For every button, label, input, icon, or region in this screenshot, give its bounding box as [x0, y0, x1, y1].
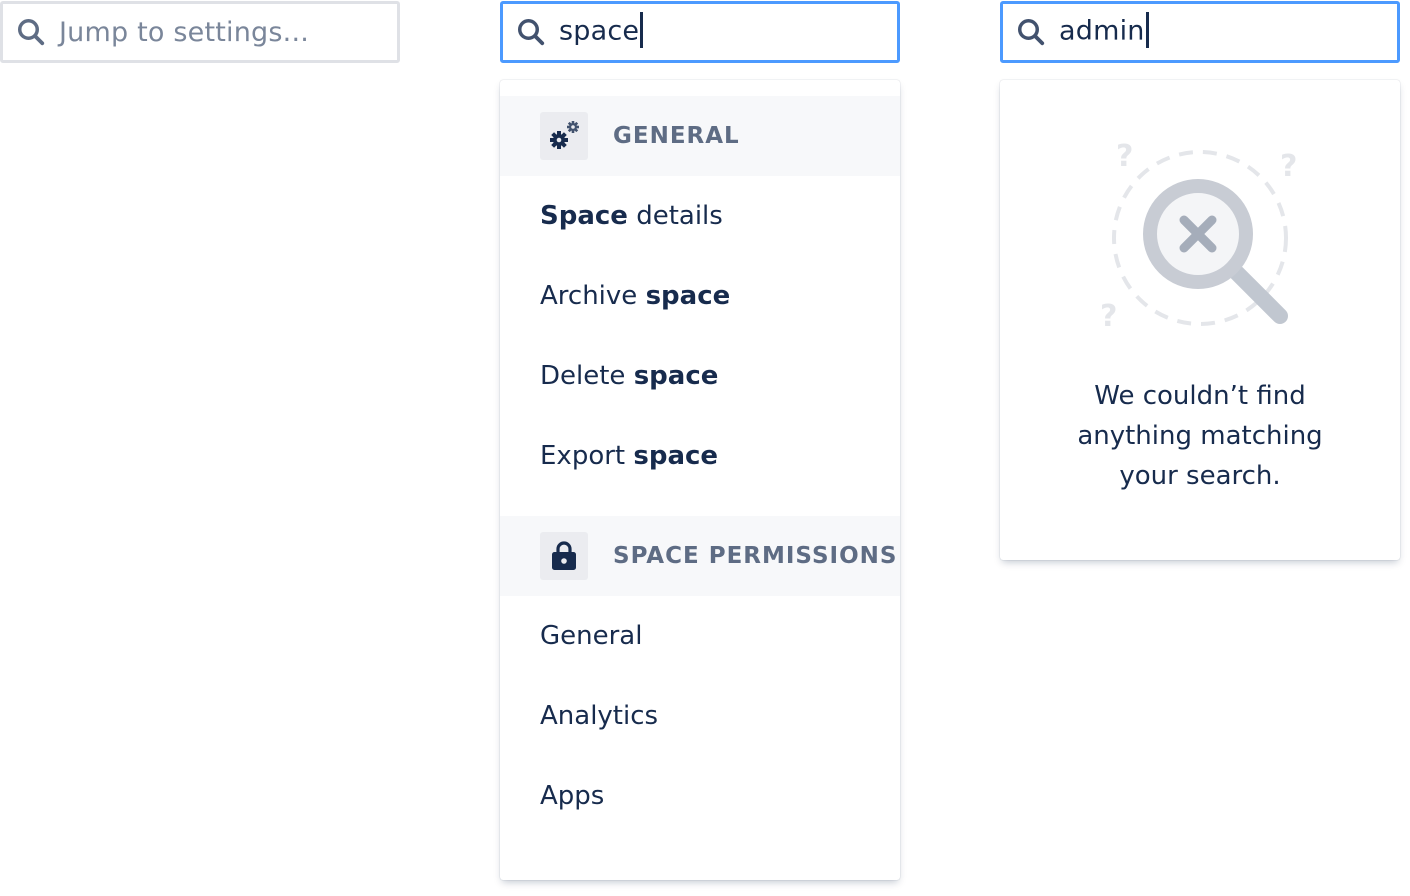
item-text: Apps [540, 781, 605, 811]
item-text: Analytics [540, 701, 659, 731]
group-gap [500, 496, 900, 516]
item-text: Export [540, 441, 634, 471]
search-placeholder: Jump to settings... [59, 16, 310, 48]
search-value: space [559, 12, 644, 50]
group-title: SPACE PERMISSIONS [613, 543, 898, 569]
no-results-line: anything matching [1077, 421, 1323, 451]
search-value: admin [1059, 12, 1149, 50]
no-results-line: We couldn’t find [1094, 381, 1306, 411]
group-header-space-permissions: SPACE PERMISSIONS [500, 516, 900, 596]
search-icon [1018, 19, 1045, 46]
gears-icon [540, 112, 588, 160]
item-text: details [627, 201, 723, 231]
no-results-message: We couldn’t find anything matching your … [1040, 376, 1360, 496]
result-archive-space[interactable]: Archive space [500, 256, 900, 336]
item-text: Delete [540, 361, 634, 391]
search-results-dropdown: GENERAL Space details Archive space Dele… [500, 80, 900, 880]
text-caret [1145, 12, 1149, 48]
result-permissions-general[interactable]: General [500, 596, 900, 676]
result-space-details[interactable]: Space details [500, 176, 900, 256]
search-icon [518, 19, 545, 46]
item-match: space [633, 361, 719, 391]
svg-text:?: ? [1100, 299, 1117, 334]
no-results-line: your search. [1119, 461, 1281, 491]
item-match: space [645, 281, 731, 311]
result-permissions-analytics[interactable]: Analytics [500, 676, 900, 756]
lock-icon [540, 532, 588, 580]
result-export-space[interactable]: Export space [500, 416, 900, 496]
no-results-magnifier-icon: ? ? ? [1100, 139, 1297, 334]
group-title: GENERAL [613, 123, 740, 149]
settings-search-input-space[interactable]: space [500, 1, 900, 63]
item-match: Space [540, 201, 628, 231]
group-header-general: GENERAL [500, 96, 900, 176]
item-text: General [540, 621, 643, 651]
svg-text:?: ? [1280, 149, 1297, 184]
result-permissions-apps[interactable]: Apps [500, 756, 900, 836]
svg-text:?: ? [1116, 139, 1133, 174]
result-delete-space[interactable]: Delete space [500, 336, 900, 416]
settings-search-input-admin[interactable]: admin [1000, 1, 1400, 63]
no-results-panel: ? ? ? We couldn’t find anything matching… [1000, 80, 1400, 560]
item-text: Archive [540, 281, 646, 311]
search-icon [18, 19, 45, 46]
item-match: space [633, 441, 719, 471]
text-caret [640, 12, 644, 48]
settings-search-input-empty[interactable]: Jump to settings... [0, 1, 400, 63]
